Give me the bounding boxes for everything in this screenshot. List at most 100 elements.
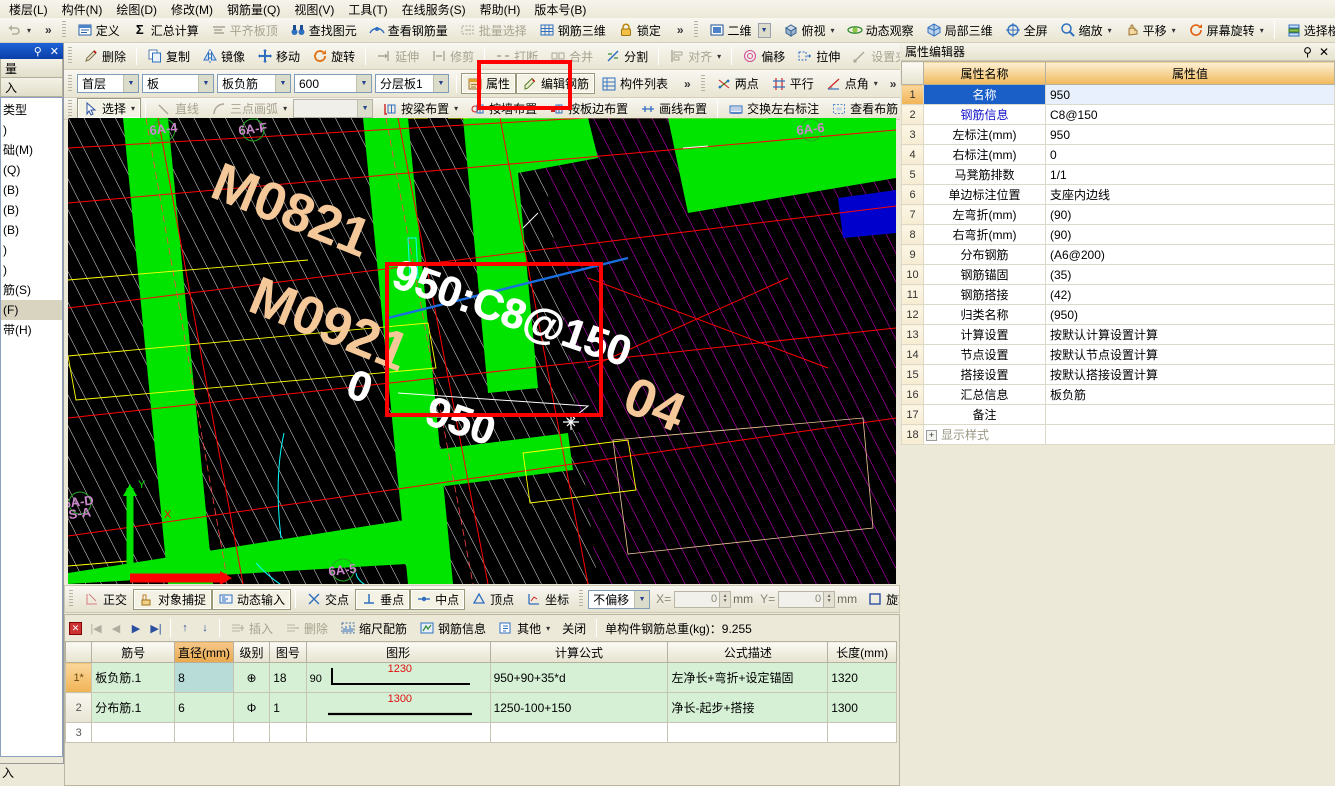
row-1-formula[interactable]: 950+90+35*d	[489, 662, 669, 693]
place-by-wall-button[interactable]: 按墙布置	[464, 98, 543, 119]
property-row-7[interactable]: 7 左弯折(mm) (90)	[901, 204, 1335, 225]
property-row-7-value[interactable]: (90)	[1045, 204, 1335, 225]
rebar-grid[interactable]: 筋号 直径(mm) 级别 图号 图形 计算公式 公式描述 长度(mm) 1* 板…	[65, 641, 897, 743]
define-button[interactable]: 定义	[71, 20, 126, 41]
property-row-4[interactable]: 4 右标注(mm) 0	[901, 144, 1335, 165]
object-snap-button[interactable]: 对象捕捉	[133, 588, 213, 610]
tree-node-15[interactable]: (F)	[1, 300, 62, 320]
point-toolbar-overflow[interactable]: »	[884, 77, 900, 91]
row-2-description[interactable]: 净长-起步+搭接	[667, 692, 829, 723]
menu-item-0[interactable]: 楼层(L)	[2, 0, 55, 18]
ortho-button[interactable]: 正交	[78, 589, 133, 610]
chevron-down-icon[interactable]: ▼	[357, 100, 373, 117]
stretch-button[interactable]: 拉伸	[791, 46, 846, 67]
tree-node-10[interactable]: (B)	[1, 200, 62, 220]
property-row-13[interactable]: 13 计算设置 按默认计算设置计算	[901, 324, 1335, 345]
property-row-6[interactable]: 6 单边标注位置 支座内边线	[901, 184, 1335, 205]
chevron-down-icon[interactable]: ▼	[123, 75, 138, 92]
category-select[interactable]: 板 ▼	[142, 74, 214, 93]
row-2-shape[interactable]: 1300	[305, 692, 491, 723]
place-by-beam-button[interactable]: 按梁布置 ▾	[376, 98, 464, 119]
chevron-down-icon[interactable]: ▼	[275, 75, 290, 92]
row-3-formula[interactable]	[489, 722, 669, 743]
row-2-name[interactable]: 分布筋.1	[91, 692, 176, 723]
left-dock-toolbar-2[interactable]: 入	[0, 78, 63, 97]
menu-item-9[interactable]: 版本号(B)	[527, 0, 593, 18]
select-floor-button[interactable]: 选择楼层	[1279, 20, 1335, 41]
rebar-info-button[interactable]: 钢筋信息	[413, 618, 492, 639]
close-icon[interactable]: ✕	[69, 621, 82, 635]
row-3-name[interactable]	[91, 722, 176, 743]
grid-col-shapeno[interactable]: 图号	[269, 641, 307, 663]
row-2-shapeno[interactable]: 1	[269, 692, 307, 723]
property-table[interactable]: 属性名称 属性值 1 名称 950 2 钢筋信息 C8@150 3 左标注(mm…	[901, 61, 1335, 445]
row-1-index[interactable]: 1*	[65, 662, 93, 693]
property-row-8-value[interactable]: (90)	[1045, 224, 1335, 245]
vertex-snap-button[interactable]: 顶点	[465, 589, 520, 610]
row-2-length[interactable]: 1300	[827, 692, 897, 723]
property-row-18-name[interactable]: + 显示样式	[923, 424, 1046, 445]
component-tree[interactable]: 类型 ) 础(M) (Q) (B) (B) (B) ) ) 筋(S) (F) 带…	[0, 97, 63, 757]
layer-select[interactable]: 分层板1 ▼	[375, 74, 449, 93]
align-button[interactable]: 对齐 ▾	[663, 46, 727, 67]
left-dock-toolbar-1[interactable]: 量	[0, 59, 63, 78]
row-1-shape[interactable]: 90 1230	[305, 662, 491, 693]
offset-mode-select[interactable]: 不偏移 ▼	[588, 589, 651, 609]
row-3-diameter[interactable]	[174, 722, 234, 743]
property-row-16[interactable]: 16 汇总信息 板负筋	[901, 384, 1335, 405]
view-rebar-layout-button[interactable]: 查看布筋▾	[825, 98, 900, 119]
tree-node-14[interactable]: 筋(S)	[1, 280, 62, 300]
x-spinner[interactable]: ▲ ▼	[720, 590, 732, 608]
row-2-grade[interactable]: Φ	[232, 692, 271, 723]
menu-item-8[interactable]: 帮助(H)	[473, 0, 528, 18]
floor-select[interactable]: 首层 ▼	[77, 74, 139, 93]
edit-rebar-button[interactable]: 编辑钢筋	[516, 73, 596, 94]
batch-select-button[interactable]: 批量选择	[454, 20, 533, 41]
select-tool-button[interactable]: 选择 ▾	[77, 98, 142, 119]
chevron-down-icon[interactable]: ▼	[198, 75, 213, 92]
member-select[interactable]: 600 ▼	[294, 74, 372, 93]
find-element-button[interactable]: 查找图元	[284, 20, 363, 41]
row-3-index[interactable]: 3	[65, 722, 93, 743]
move-down-button[interactable]: ↓	[195, 618, 215, 638]
row-3-length[interactable]	[827, 722, 897, 743]
property-row-2[interactable]: 2 钢筋信息 C8@150	[901, 104, 1335, 125]
property-row-15[interactable]: 15 搭接设置 按默认搭接设置计算	[901, 364, 1335, 385]
row-3-grade[interactable]	[232, 722, 271, 743]
tree-node-12[interactable]: )	[1, 240, 62, 260]
snap-toolbar-grip[interactable]	[68, 590, 75, 608]
tree-node-11[interactable]: (B)	[1, 220, 62, 240]
break-button[interactable]: 打断	[489, 46, 544, 67]
toolbar-grip-2[interactable]	[692, 21, 700, 39]
close-grid-button[interactable]: 关闭	[556, 618, 592, 639]
row-1-diameter[interactable]: 8	[174, 662, 234, 693]
row-1-name[interactable]: 板负筋.1	[91, 662, 176, 693]
property-row-14-value[interactable]: 按默认节点设置计算	[1045, 344, 1335, 365]
pin-icon[interactable]: ⚲	[1303, 45, 1312, 59]
tree-node-4[interactable]: (Q)	[1, 160, 62, 180]
grid-col-description[interactable]: 公式描述	[667, 641, 829, 663]
three-point-arc-button[interactable]: 三点画弧 ▾	[205, 98, 293, 119]
row-3-shapeno[interactable]	[269, 722, 307, 743]
menu-item-1[interactable]: 构件(N)	[55, 0, 110, 18]
draw-mode-select[interactable]: ▼	[293, 99, 374, 118]
first-record-button[interactable]: |◀	[86, 618, 106, 638]
chevron-down-icon[interactable]: ▼	[356, 75, 371, 92]
menu-item-3[interactable]: 修改(M)	[164, 0, 220, 18]
menu-item-2[interactable]: 绘图(D)	[109, 0, 164, 18]
chevron-down-icon[interactable]: ▼	[634, 590, 650, 608]
summary-calc-button[interactable]: Σ 汇总计算	[126, 20, 205, 41]
property-row-11[interactable]: 11 钢筋搭接 (42)	[901, 284, 1335, 305]
y-spinner[interactable]: ▲ ▼	[824, 590, 836, 608]
property-row-2-value[interactable]: C8@150	[1045, 104, 1335, 125]
menu-item-7[interactable]: 在线服务(S)	[395, 0, 473, 18]
rotate-toggle-button[interactable]: 旋转	[861, 589, 899, 610]
scale-rebar-button[interactable]: 缩尺配筋	[334, 618, 413, 639]
dynamic-input-button[interactable]: 动态输入	[212, 588, 292, 610]
point-angle-button[interactable]: 点角 ▾	[820, 73, 884, 94]
menu-item-6[interactable]: 工具(T)	[341, 0, 394, 18]
offset-toolbar-grip[interactable]	[578, 590, 586, 608]
extend-button[interactable]: 延伸	[370, 46, 425, 67]
table-row[interactable]: 3	[65, 722, 897, 743]
property-row-13-value[interactable]: 按默认计算设置计算	[1045, 324, 1335, 345]
